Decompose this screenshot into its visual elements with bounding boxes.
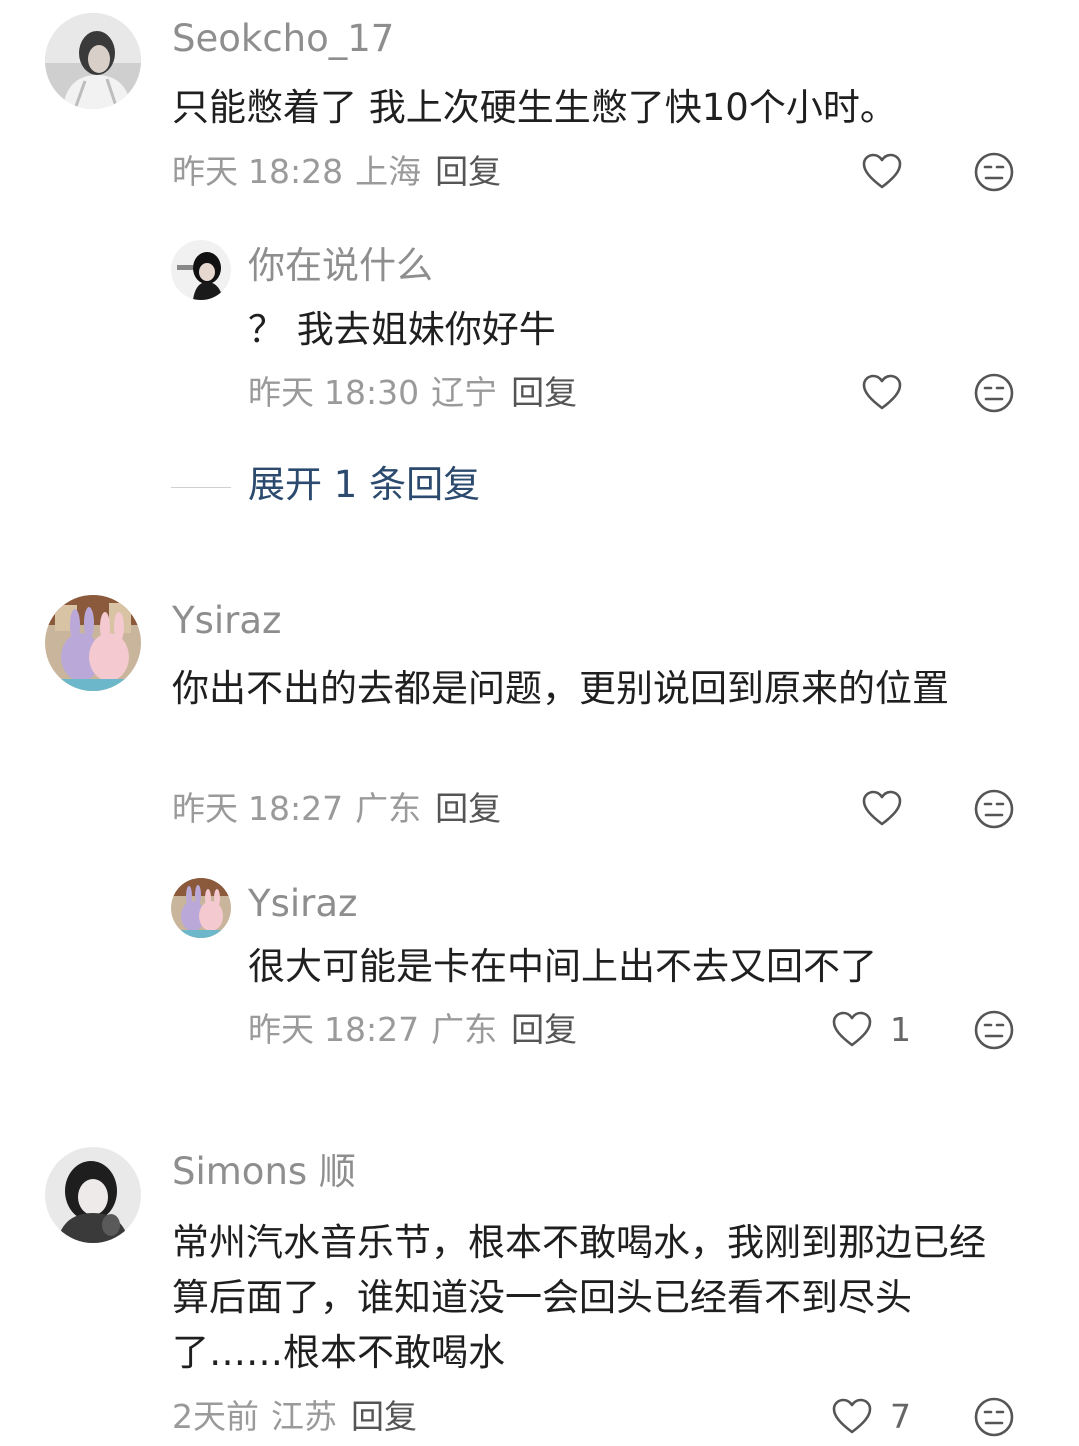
reply-meta: 昨天 18:30 辽宁 回复 [248,376,577,409]
comment-date: 昨天 [172,152,238,191]
reply-button[interactable]: 回复 [511,373,577,412]
reply-button[interactable]: 回复 [511,1010,577,1049]
avatar[interactable] [171,878,231,938]
heart-outline-icon[interactable] [860,371,904,415]
avatar[interactable] [171,240,231,300]
reply-date: 昨天 [248,373,314,412]
reply-button[interactable]: 回复 [435,789,501,828]
reply-time: 18:30 [324,373,420,412]
reply-location: 广东 [431,1010,498,1049]
neutral-face-icon[interactable] [972,1008,1016,1052]
neutral-face-icon[interactable] [972,787,1016,831]
expand-replies-link[interactable]: 展开 1 条回复 [248,466,480,503]
username[interactable]: 你在说什么 [248,247,433,284]
comment-date: 昨天 [172,789,238,828]
heart-outline-icon[interactable] [860,150,904,194]
heart-outline-icon[interactable] [830,1395,874,1439]
reply-time: 18:27 [324,1010,420,1049]
heart-outline-icon[interactable] [830,1008,874,1052]
comment-text: 只能憋着了 我上次硬生生憋了快10个小时。 [172,86,897,129]
avatar[interactable] [45,595,141,691]
comment-location: 上海 [355,152,422,191]
reply-button[interactable]: 回复 [435,152,501,191]
reply-date: 昨天 [248,1010,314,1049]
reply-meta: 昨天 18:27 广东 回复 [248,1013,577,1046]
like-count: 1 [890,1010,911,1049]
comment-meta: 昨天 18:27 广东 回复 [172,792,501,825]
username[interactable]: Simons 顺 [172,1153,356,1190]
avatar[interactable] [45,13,141,109]
reply-text: ？ 我去姐妹你好牛 [248,308,556,351]
username[interactable]: Seokcho_17 [172,20,394,57]
avatar[interactable] [45,1147,141,1243]
comment-location: 江苏 [271,1397,337,1436]
reply-text: 很大可能是卡在中间上出不去又回不了 [248,945,877,988]
neutral-face-icon[interactable] [972,371,1016,415]
comment-time: 18:28 [248,152,344,191]
neutral-face-icon[interactable] [972,150,1016,194]
reply-button[interactable]: 回复 [351,1397,417,1436]
username[interactable]: Ysiraz [172,602,281,639]
expand-divider [171,487,231,488]
comment-meta: 2天前 江苏 回复 [172,1400,417,1433]
username[interactable]: Ysiraz [248,885,357,922]
reply-location: 辽宁 [431,373,498,412]
comment-meta: 昨天 18:28 上海 回复 [172,155,501,188]
like-count: 7 [890,1397,911,1436]
comment-time: 18:27 [248,789,344,828]
comment-location: 广东 [355,789,422,828]
comment-text: 常州汽水音乐节，根本不敢喝水，我刚到那边已经算后面了，谁知道没一会回头已经看不到… [172,1221,986,1374]
neutral-face-icon[interactable] [972,1395,1016,1439]
comment-date: 2天前 [172,1397,259,1436]
comment-text: 你出不出的去都是问题，更别说回到原来的位置 [172,667,949,710]
heart-outline-icon[interactable] [860,787,904,831]
